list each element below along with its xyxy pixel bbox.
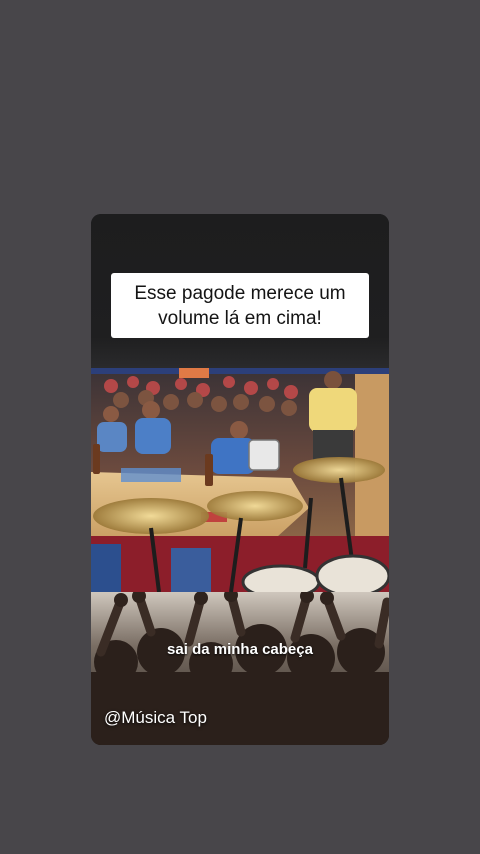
pagode-band-image [91,368,389,592]
story-header-area: Esse pagode merece um volume lá em cima! [91,214,389,368]
lyric-subtitle: sai da minha cabeça [167,641,313,658]
account-handle[interactable]: @Música Top [104,708,207,728]
caption-text: Esse pagode merece um volume lá em cima! [134,282,346,329]
caption-box: Esse pagode merece um volume lá em cima! [111,273,369,338]
story-card[interactable]: Esse pagode merece um volume lá em cima! [91,214,389,745]
